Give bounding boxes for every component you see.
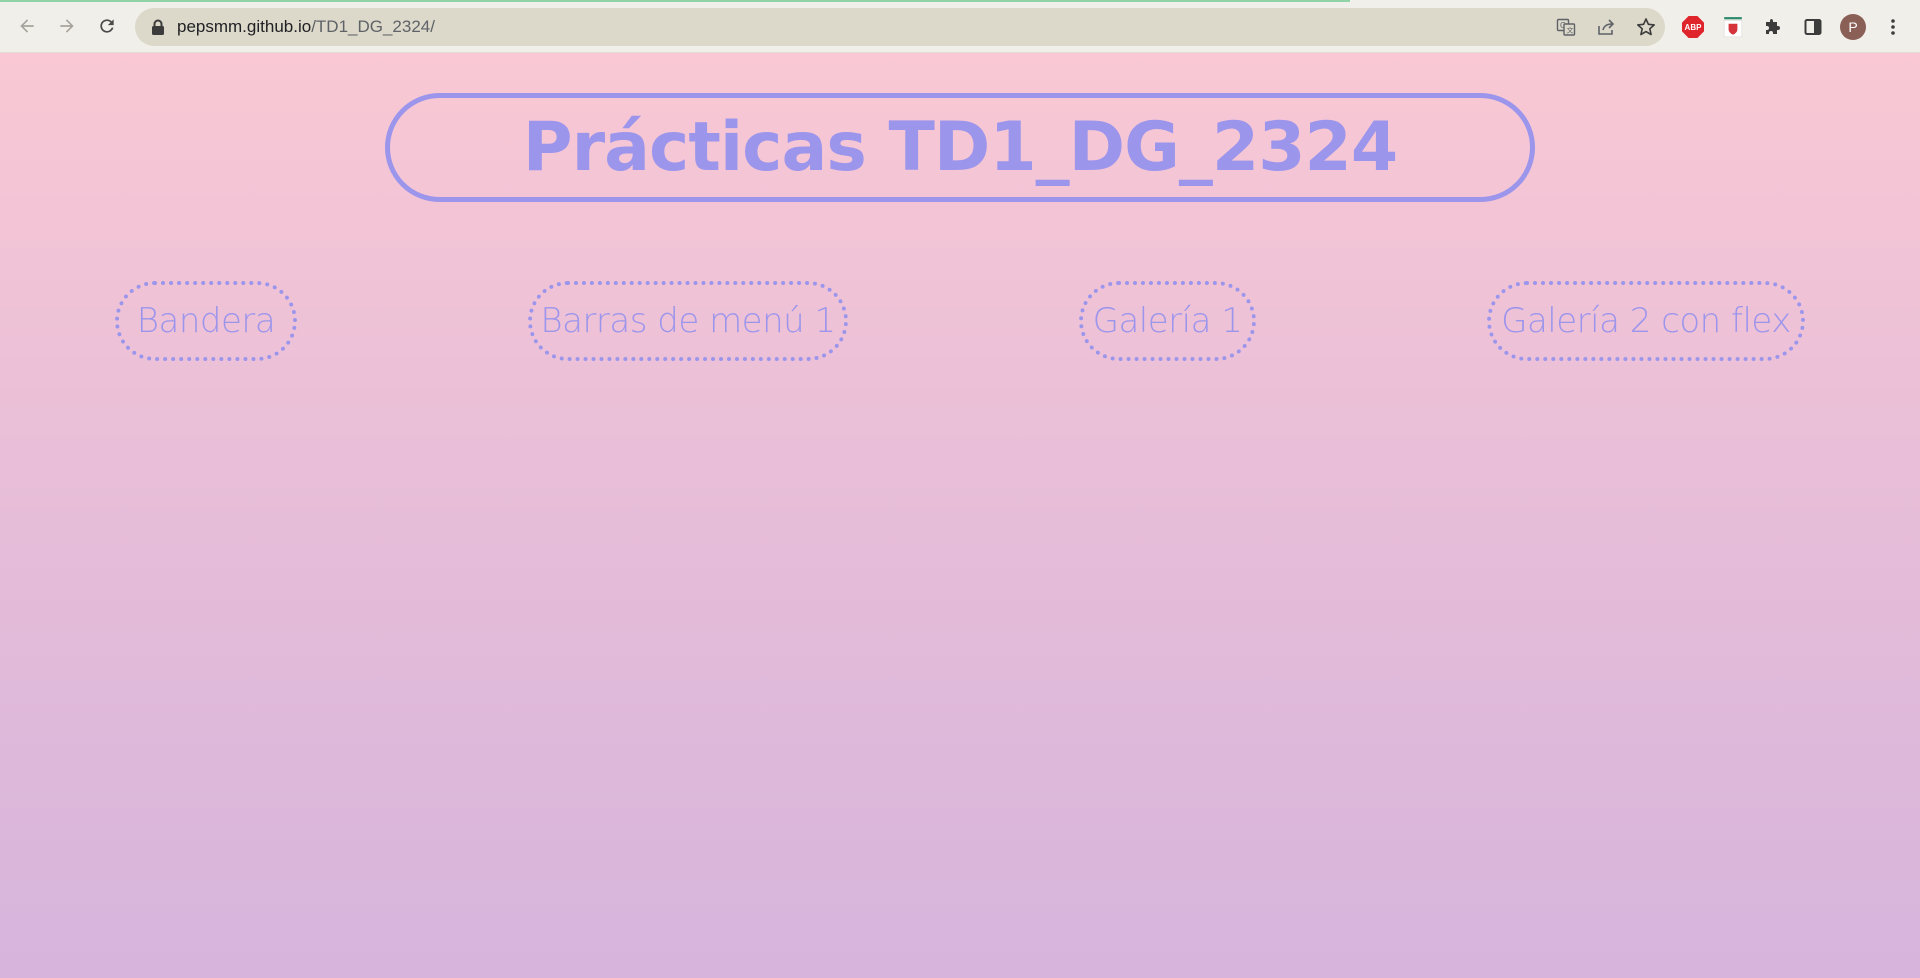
browser-toolbar: pepsmm.github.io/TD1_DG_2324/ G 文 ABP P — [0, 0, 1920, 53]
share-icon[interactable] — [1596, 17, 1616, 37]
arrow-right-icon — [60, 19, 74, 33]
page-load-progress — [0, 0, 1350, 2]
shield-extension-icon[interactable] — [1719, 13, 1747, 41]
puzzle-icon[interactable] — [1759, 13, 1787, 41]
url-path: /TD1_DG_2324/ — [311, 17, 435, 36]
title-banner: Prácticas TD1_DG_2324 — [385, 93, 1535, 202]
arrow-left-icon — [20, 19, 34, 33]
adblock-plus-icon[interactable]: ABP — [1679, 13, 1707, 41]
forward-button[interactable] — [52, 11, 82, 41]
url-text[interactable]: pepsmm.github.io/TD1_DG_2324/ — [177, 17, 435, 37]
link-galeria-2-con-flex[interactable]: Galería 2 con flex — [1487, 281, 1805, 361]
url-host: pepsmm.github.io — [177, 17, 312, 36]
back-button[interactable] — [12, 11, 42, 41]
star-bookmark-icon[interactable] — [1636, 17, 1656, 37]
page-content: Prácticas TD1_DG_2324 Bandera Barras de … — [0, 53, 1920, 978]
reload-button[interactable] — [92, 11, 122, 41]
menu-kebab-icon[interactable] — [1879, 13, 1907, 41]
translate-icon[interactable]: G 文 — [1556, 17, 1576, 37]
shield-icon — [1723, 17, 1743, 38]
side-panel-icon[interactable] — [1799, 13, 1827, 41]
link-bandera[interactable]: Bandera — [115, 281, 297, 361]
avatar-initial: P — [1840, 14, 1866, 40]
svg-text:文: 文 — [1567, 26, 1574, 35]
abp-badge: ABP — [1682, 16, 1704, 38]
reload-icon — [100, 19, 114, 33]
link-barras-de-menu-1[interactable]: Barras de menú 1 — [528, 281, 848, 361]
link-galeria-1[interactable]: Galería 1 — [1079, 281, 1256, 361]
page-title: Prácticas TD1_DG_2324 — [522, 107, 1398, 187]
lock-icon — [152, 19, 164, 35]
profile-avatar[interactable]: P — [1839, 13, 1867, 41]
address-bar[interactable]: pepsmm.github.io/TD1_DG_2324/ G 文 — [135, 8, 1665, 46]
